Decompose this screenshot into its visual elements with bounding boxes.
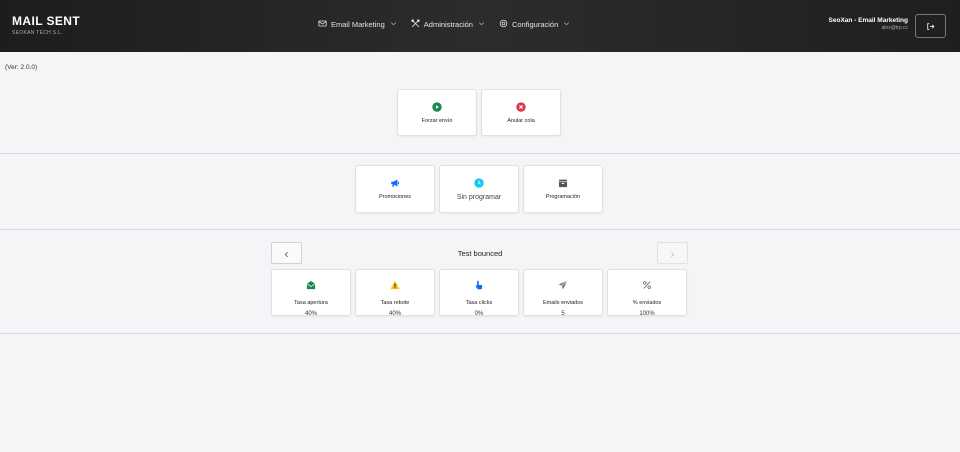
warning-icon — [390, 277, 400, 295]
divider — [0, 153, 960, 154]
stat-emails-sent: Emails enviados 5 — [523, 269, 603, 317]
card-label: Sin programar — [456, 193, 502, 201]
clock-icon — [474, 177, 484, 188]
stat-value: 0% — [474, 311, 484, 317]
gear-icon — [499, 19, 508, 30]
nav-label: Email Marketing — [331, 20, 385, 29]
chevron-down-icon — [389, 20, 397, 29]
stat-value: 40% — [388, 311, 401, 317]
previous-campaign-button[interactable] — [271, 242, 302, 264]
force-send-button[interactable]: Forzar envío — [397, 89, 477, 136]
send-icon — [558, 277, 568, 295]
app-title: MAIL SENT — [12, 14, 81, 28]
chevron-right-icon — [669, 246, 676, 261]
stat-click-rate: Tasa clicks 0% — [439, 269, 519, 317]
envelope-open-icon — [306, 277, 316, 295]
stat-label: Tasa rebote — [380, 300, 410, 306]
cancel-queue-button[interactable]: Anular cola — [481, 89, 561, 136]
logout-icon — [926, 19, 935, 34]
user-name: SeoXan - Email Marketing — [828, 17, 908, 24]
nav-label: Administración — [423, 20, 473, 29]
company-name: SEOKAN TECH S.L. — [12, 30, 63, 36]
campaign-title: Test bounced — [457, 249, 503, 258]
divider — [0, 333, 960, 334]
tools-icon — [411, 19, 420, 30]
nav-administracion[interactable]: Administración — [411, 19, 485, 30]
x-circle-icon — [516, 101, 526, 112]
user-info: SeoXan - Email Marketing alex@trp.cc — [829, 17, 908, 31]
unscheduled-button[interactable]: Sin programar — [439, 165, 519, 213]
nav-configuracion[interactable]: Configuración — [499, 19, 570, 30]
card-label: Anular cola — [507, 117, 535, 124]
stat-open-rate: Tasa apertura 40% — [271, 269, 351, 317]
scheduling-button[interactable]: Programación — [523, 165, 603, 213]
stat-label: Emails enviados — [542, 300, 584, 306]
stat-value: 5 — [561, 311, 565, 317]
chevron-down-icon — [562, 20, 570, 29]
logout-button[interactable] — [915, 14, 946, 38]
user-email: alex@trp.cc — [881, 25, 908, 31]
stat-label: Tasa apertura — [294, 300, 328, 306]
chevron-left-icon — [283, 246, 290, 261]
calendar-icon — [558, 178, 568, 188]
percent-icon — [642, 277, 652, 295]
chevron-down-icon — [477, 20, 485, 29]
top-navbar: MAIL SENT SEOKAN TECH S.L. Email Marketi… — [0, 0, 960, 52]
stat-percent-sent: % enviados 100% — [607, 269, 687, 317]
stat-value: 40% — [304, 311, 317, 317]
card-label: Promociones — [378, 194, 412, 200]
stat-label: % enviados — [632, 300, 662, 306]
play-circle-icon — [432, 101, 442, 112]
version-label: (Ver: 2.0.0) — [5, 64, 38, 71]
main-nav: Email Marketing Administración Configura… — [318, 19, 570, 30]
envelope-icon — [318, 19, 327, 30]
card-label: Programación — [545, 194, 581, 200]
promotions-button[interactable]: Promociones — [355, 165, 435, 213]
megaphone-icon — [390, 178, 400, 188]
pointer-icon — [474, 277, 484, 295]
stat-label: Tasa clicks — [465, 300, 493, 306]
divider — [0, 229, 960, 230]
stat-bounce-rate: Tasa rebote 40% — [355, 269, 435, 317]
nav-email-marketing[interactable]: Email Marketing — [318, 19, 397, 30]
next-campaign-button[interactable] — [657, 242, 688, 264]
card-label: Forzar envío — [421, 117, 453, 124]
brand[interactable]: MAIL SENT SEOKAN TECH S.L. — [12, 14, 80, 36]
nav-label: Configuración — [511, 20, 559, 29]
stat-value: 100% — [639, 311, 655, 317]
